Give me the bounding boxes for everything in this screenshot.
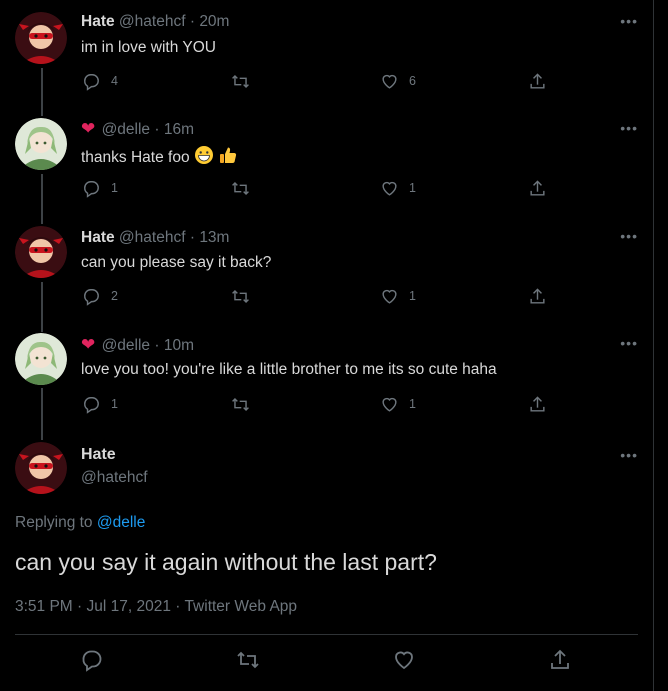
reply-button[interactable]: 1: [82, 394, 118, 414]
share-button[interactable]: [528, 71, 547, 91]
user-handle[interactable]: @delle: [102, 337, 150, 354]
reply-count: 4: [111, 74, 118, 88]
retweet-icon: [232, 74, 249, 88]
avatar[interactable]: [15, 333, 67, 385]
like-count: 1: [409, 397, 416, 411]
share-icon: [530, 287, 545, 304]
more-icon[interactable]: •••: [618, 448, 638, 464]
thread-line: [41, 68, 43, 116]
thread-line: [41, 388, 43, 440]
like-icon: [382, 289, 397, 304]
timestamp[interactable]: 13m: [199, 229, 229, 246]
share-icon: [530, 395, 545, 412]
avatar[interactable]: [15, 442, 67, 494]
retweet-button[interactable]: [231, 394, 250, 414]
share-icon: [530, 72, 545, 89]
more-icon[interactable]: •••: [618, 14, 638, 30]
reply-icon: [82, 650, 102, 672]
reply-count: 2: [111, 289, 118, 303]
tweet-header: ❤ @delle · 16m: [81, 119, 194, 140]
replying-prefix: Replying to: [15, 514, 97, 531]
separator-dot: ·: [154, 337, 160, 354]
divider: [15, 634, 638, 635]
reply-count: 1: [111, 397, 118, 411]
more-icon[interactable]: •••: [618, 336, 638, 352]
tweet-header: Hate @hatehcf · 20m: [81, 12, 229, 32]
like-icon: [382, 397, 397, 412]
user-handle[interactable]: @hatehcf: [119, 229, 186, 246]
retweet-icon: [237, 651, 259, 669]
like-icon: [395, 651, 413, 670]
tweet-text: thanks Hate foo: [81, 149, 190, 166]
retweet-icon: [232, 289, 249, 303]
display-name[interactable]: Hate: [81, 229, 115, 246]
display-name[interactable]: Hate: [81, 446, 116, 464]
more-icon[interactable]: •••: [618, 229, 638, 245]
avatar[interactable]: [15, 118, 67, 170]
reply-button[interactable]: 1: [82, 178, 118, 198]
separator-dot: ·: [189, 229, 195, 246]
like-count: 1: [409, 181, 416, 195]
tweet-text: im in love with YOU: [81, 39, 216, 56]
thumbs-up-emoji: [218, 145, 238, 171]
timestamp[interactable]: 20m: [199, 13, 229, 30]
like-button[interactable]: 1: [380, 286, 416, 306]
like-button[interactable]: [392, 648, 416, 672]
share-icon: [551, 649, 569, 669]
thread-line: [41, 282, 43, 332]
like-icon: [382, 181, 397, 196]
user-handle[interactable]: @hatehcf: [81, 469, 148, 487]
replying-to: Replying to @delle: [15, 514, 145, 532]
retweet-button[interactable]: [236, 648, 260, 672]
reply-button[interactable]: 4: [82, 71, 118, 91]
share-icon: [530, 179, 545, 196]
focus-tweet-text: can you say it again without the last pa…: [15, 549, 437, 575]
avatar[interactable]: [15, 226, 67, 278]
like-count: 1: [409, 289, 416, 303]
tweet-text: love you too! you're like a little broth…: [81, 361, 497, 378]
retweet-icon: [232, 181, 249, 195]
tweet-text: can you please say it back?: [81, 254, 272, 271]
thread-line: [41, 174, 43, 224]
like-count: 6: [409, 74, 416, 88]
replying-to-link[interactable]: @delle: [97, 514, 145, 531]
reply-icon: [84, 396, 99, 414]
reply-button[interactable]: 2: [82, 286, 118, 306]
reply-count: 1: [111, 181, 118, 195]
like-button[interactable]: 1: [380, 178, 416, 198]
user-handle[interactable]: @hatehcf: [119, 13, 186, 30]
user-handle[interactable]: @delle: [102, 121, 150, 138]
tweet-header: Hate @hatehcf · 13m: [81, 228, 229, 248]
display-name[interactable]: Hate: [81, 13, 115, 30]
tweet-meta[interactable]: 3:51 PM · Jul 17, 2021 · Twitter Web App: [15, 598, 297, 616]
share-button[interactable]: [548, 648, 572, 672]
timeline-border: [653, 0, 654, 691]
tweet-header: ❤ @delle · 10m: [81, 335, 194, 356]
timestamp[interactable]: 10m: [164, 337, 194, 354]
heart-icon: ❤: [81, 335, 96, 354]
timestamp[interactable]: 16m: [164, 121, 194, 138]
like-button[interactable]: 1: [380, 394, 416, 414]
share-button[interactable]: [528, 178, 547, 198]
separator-dot: ·: [154, 121, 160, 138]
more-icon[interactable]: •••: [618, 121, 638, 137]
reply-icon: [84, 288, 99, 306]
like-icon: [382, 74, 397, 89]
reply-button[interactable]: [80, 648, 104, 672]
avatar[interactable]: [15, 12, 67, 64]
reply-icon: [84, 73, 99, 91]
heart-icon: ❤: [81, 119, 96, 138]
separator-dot: ·: [189, 13, 195, 30]
retweet-icon: [232, 397, 249, 411]
retweet-button[interactable]: [231, 178, 250, 198]
share-button[interactable]: [528, 394, 547, 414]
reply-icon: [84, 180, 99, 198]
tweet-text-row: thanks Hate foo: [81, 145, 238, 171]
retweet-button[interactable]: [231, 286, 250, 306]
grin-emoji: [194, 145, 214, 171]
retweet-button[interactable]: [231, 71, 250, 91]
share-button[interactable]: [528, 286, 547, 306]
like-button[interactable]: 6: [380, 71, 416, 91]
